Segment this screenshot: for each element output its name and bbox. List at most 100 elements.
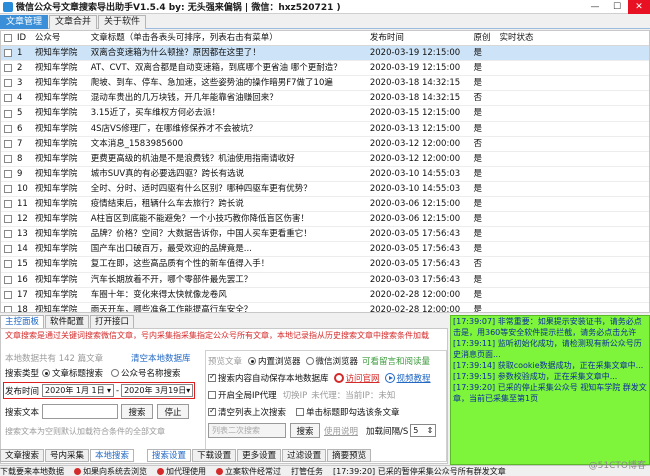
table-row[interactable]: 14 视知车学院 国产车出口破百万，最受欢迎的品牌竟是... 2020-03-05 1…: [1, 242, 649, 258]
col-header-status[interactable]: 实时状态: [497, 31, 649, 45]
status-item-2: 如果向系统去浏览: [74, 466, 147, 476]
click-select-checkbox[interactable]: [296, 408, 305, 416]
table-row[interactable]: 17 视知车学院 车圈十年：变化来得太快就像龙卷风 2020-02-28 12:00:…: [1, 288, 649, 303]
table-row[interactable]: 9 视知车学院 城市SUV真的有必要选四驱？跨长有选说 2020-03-10 14:5…: [1, 167, 649, 182]
table-row[interactable]: 18 视知车学院 雨天开车，哪些准备工作能提高行车安全？ 2020-02-28 12:…: [1, 303, 649, 313]
table-row[interactable]: 4 视知车学院 混动车贵出的几万块钱，开几年能靠省油赚回来？ 2020-03-18 1…: [1, 91, 649, 107]
table-row[interactable]: 5 视知车学院 3.15近了，买车维权方何必去派！ 2020-03-15 12:15:…: [1, 106, 649, 122]
cell-id: 15: [16, 259, 28, 270]
close-button[interactable]: ✕: [628, 0, 650, 14]
row-checkbox[interactable]: [1, 303, 15, 312]
stop-button[interactable]: 停止: [157, 404, 190, 419]
tab-local-search[interactable]: 本地搜索: [90, 449, 135, 462]
date-from-picker[interactable]: 2020年 1月 1日 ▾: [42, 384, 115, 397]
ip-proxy-checkbox[interactable]: [208, 391, 216, 399]
clear-list-checkbox[interactable]: [208, 406, 216, 416]
tab-article-search[interactable]: 文章搜索: [0, 449, 45, 462]
visit-official-link[interactable]: 访问官网: [346, 372, 380, 384]
row-checkbox[interactable]: [1, 288, 15, 302]
table-row[interactable]: 8 视知车学院 更费更高级的机油是不是浪费钱？机油使用指南请收好 2020-03-12…: [1, 152, 649, 167]
row-checkbox[interactable]: [1, 257, 15, 271]
col-header-title[interactable]: 文章标题（单击各表头可排序，列表右击有菜单）: [89, 31, 368, 45]
table-row[interactable]: 12 视知车学院 A柱盲区到底能不能避免？一个小技巧教你降低盲区伤害！ 2020-03…: [1, 212, 649, 228]
table-row[interactable]: 7 视知车学院 文本消息_1583985600 2020-03-12 12:00:00…: [1, 137, 649, 152]
row-checkbox[interactable]: [1, 76, 15, 90]
cell-status: [497, 137, 649, 151]
account-search-radio[interactable]: [111, 369, 120, 377]
table-row[interactable]: 11 视知车学院 疫情结束后，租辆什么车去旅行？跨长说 2020-03-06 12:1…: [1, 197, 649, 213]
tab-filter-settings[interactable]: 过滤设置: [282, 449, 327, 462]
usage-help-link[interactable]: 使用说明: [324, 425, 358, 437]
table-row[interactable]: 1 视知车学院 双离合变速箱为什么顿挫？原因都在这里了！ 2020-03-19 12:…: [1, 46, 649, 62]
row-checkbox[interactable]: [1, 212, 15, 226]
search-button[interactable]: 搜索: [121, 404, 154, 419]
wechat-browser-radio[interactable]: [305, 357, 314, 365]
cell-id: 18: [16, 304, 28, 313]
table-row[interactable]: 10 视知车学院 全时、分时、适时四驱有什么区别？哪种四驱车更有优势？ 2020-03…: [1, 182, 649, 198]
cell-original: 是: [473, 123, 483, 134]
auto-save-checkbox[interactable]: [208, 372, 216, 382]
tab-more-settings[interactable]: 更多设置: [237, 449, 282, 462]
select-all-checkbox[interactable]: [1, 31, 15, 45]
row-checkbox[interactable]: [1, 152, 15, 166]
load-interval-stepper[interactable]: 5 ⇕: [410, 424, 437, 437]
row-checkbox[interactable]: [1, 122, 15, 136]
row-checkbox[interactable]: [1, 106, 15, 120]
tab-article-manage[interactable]: 文章管理: [0, 15, 49, 29]
list-search-input[interactable]: 列表二次搜索: [208, 423, 286, 438]
table-row[interactable]: 13 视知车学院 品牌？价格？空间？大数据告诉你，中国人买车更看重它！ 2020-03…: [1, 227, 649, 243]
row-checkbox[interactable]: [1, 46, 15, 60]
builtin-browser-radio[interactable]: [248, 357, 257, 365]
col-header-time[interactable]: 发布时间: [368, 31, 472, 45]
click-select-label: 单击标题即勾选该条文章: [306, 408, 400, 418]
cell-account: 视知车学院: [34, 93, 78, 104]
list-search-button[interactable]: 搜索: [290, 423, 320, 438]
cell-time: 2020-02-28 12:00:00: [369, 304, 461, 313]
control-panel: 文章搜索是通过关键词搜索微信文章，号内采集指采集指定公众号所有文章，本地记录指从…: [0, 328, 448, 464]
cell-time: 2020-03-10 14:55:03: [369, 183, 461, 194]
row-checkbox[interactable]: [1, 197, 15, 211]
cell-time: 2020-03-05 17:56:43: [369, 229, 461, 240]
row-checkbox[interactable]: [1, 167, 15, 181]
clear-database-link[interactable]: 清空本地数据库: [131, 352, 191, 364]
proxy-status: 未代理：当前IP：未知: [311, 391, 396, 401]
cell-status: [497, 197, 649, 211]
col-header-account[interactable]: 公众号: [33, 31, 89, 45]
tab-search-settings[interactable]: 搜索设置: [147, 449, 192, 462]
tab-article-merge[interactable]: 文章合并: [49, 15, 98, 29]
table-row[interactable]: 15 视知车学院 复工在即，这些高品质有个性的新车值得入手！ 2020-03-05 1…: [1, 257, 649, 273]
title-search-label: 文章标题搜索: [52, 369, 104, 379]
tab-download-settings[interactable]: 下载设置: [192, 449, 237, 462]
title-search-radio[interactable]: [42, 369, 51, 377]
cell-title: 疫情结束后，租辆什么车去旅行？跨长说: [90, 199, 244, 210]
row-checkbox[interactable]: [1, 91, 15, 105]
row-checkbox[interactable]: [1, 273, 15, 287]
table-row[interactable]: 3 视知车学院 爬坡、到车、停车、急加速，这些姿势油的操作暗男F7做了10遍 2020…: [1, 76, 649, 92]
tab-open-api[interactable]: 打开接口: [90, 315, 135, 328]
row-checkbox[interactable]: [1, 242, 15, 256]
row-checkbox[interactable]: [1, 137, 15, 151]
col-header-id[interactable]: ID: [15, 31, 33, 45]
switch-ip-link[interactable]: 切换IP: [283, 389, 308, 401]
row-checkbox[interactable]: [1, 227, 15, 241]
cell-status: [497, 227, 649, 241]
tab-main-panel[interactable]: 主控面板: [0, 315, 45, 328]
cell-account: 视知车学院: [34, 78, 78, 89]
cell-status: [497, 273, 649, 287]
tab-account-collect[interactable]: 号内采集: [45, 449, 90, 462]
col-header-original[interactable]: 原创: [472, 31, 498, 45]
tab-software-config[interactable]: 软件配置: [45, 315, 90, 328]
maximize-button[interactable]: ☐: [606, 0, 628, 14]
tab-summary-preview[interactable]: 摘要预览: [327, 449, 372, 462]
search-input[interactable]: [42, 404, 119, 419]
table-row[interactable]: 2 视知车学院 AT、CVT、双离合都是自动变速箱，到底哪个更省油 哪个更耐造？ 20…: [1, 61, 649, 77]
tab-about[interactable]: 关于软件: [98, 15, 147, 29]
minimize-button[interactable]: —: [584, 0, 606, 14]
table-row[interactable]: 16 视知车学院 汽车长期放着不开，哪个零部件最先罢工？ 2020-03-03 17:…: [1, 273, 649, 288]
row-checkbox[interactable]: [1, 182, 15, 196]
table-row[interactable]: 6 视知车学院 4S店VS修理厂，在哪维修保养才不会被坑？ 2020-03-13 12…: [1, 122, 649, 137]
cell-account: 视知车学院: [34, 229, 78, 240]
video-tutorial-link[interactable]: 视频教程: [397, 372, 431, 384]
date-to-picker[interactable]: 2020年 3月19日 ▾: [121, 384, 194, 397]
row-checkbox[interactable]: [1, 61, 15, 75]
